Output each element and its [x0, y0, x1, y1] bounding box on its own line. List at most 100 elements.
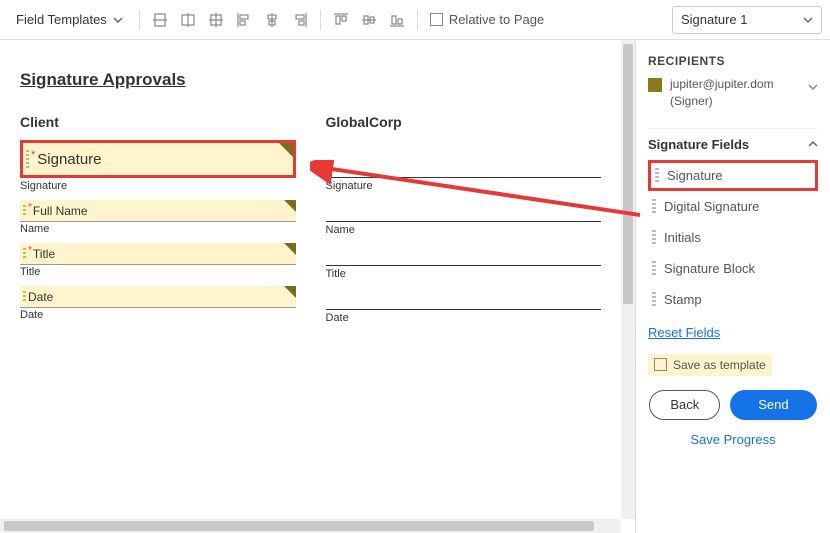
date-field-client[interactable]: Date	[20, 286, 296, 308]
field-corner-marker	[284, 200, 296, 212]
chevron-down-icon	[113, 15, 123, 25]
document-viewport: Signature Approvals Client * Signature S…	[0, 40, 635, 533]
empty-name-line[interactable]	[326, 204, 602, 222]
checkbox-icon	[430, 13, 443, 26]
scrollbar-thumb[interactable]	[4, 521, 594, 531]
relative-to-page-label: Relative to Page	[449, 12, 544, 27]
align-center-v-button[interactable]	[357, 8, 381, 32]
drag-grip-icon	[652, 230, 656, 244]
horizontal-scrollbar[interactable]	[0, 519, 621, 533]
field-label: Title	[20, 266, 296, 278]
toolbar-separator	[139, 10, 140, 30]
drag-grip-icon	[652, 292, 656, 306]
recipient-email: jupiter@jupiter.dom	[670, 76, 800, 93]
field-corner-marker	[284, 286, 296, 298]
toolbar-separator	[417, 10, 418, 30]
back-button[interactable]: Back	[649, 390, 720, 420]
field-type-label: Signature	[667, 168, 723, 183]
main-area: Signature Approvals Client * Signature S…	[0, 40, 830, 533]
field-type-label: Digital Signature	[664, 199, 759, 214]
field-label: Date	[326, 312, 602, 324]
column-globalcorp: GlobalCorp Signature Name Title Date	[326, 114, 602, 332]
save-progress-link[interactable]: Save Progress	[648, 432, 818, 447]
empty-title-line[interactable]	[326, 248, 602, 266]
save-as-template-toggle[interactable]: Save as template	[648, 354, 772, 376]
scrollbar-thumb[interactable]	[623, 44, 633, 304]
field-placeholder: Title	[33, 247, 55, 261]
align-right-button[interactable]	[288, 8, 312, 32]
toolbar-separator	[320, 10, 321, 30]
field-corner-marker	[284, 243, 296, 255]
field-templates-label: Field Templates	[16, 12, 107, 27]
document-canvas[interactable]: Signature Approvals Client * Signature S…	[0, 40, 621, 519]
field-placeholder: Full Name	[33, 204, 88, 218]
vertical-scrollbar[interactable]	[621, 40, 635, 519]
field-label: Title	[326, 268, 602, 280]
relative-to-page-toggle[interactable]: Relative to Page	[430, 12, 544, 27]
required-asterisk: *	[28, 202, 32, 213]
recipient-info: jupiter@jupiter.dom (Signer)	[670, 76, 800, 110]
drag-grip-icon	[23, 205, 26, 217]
field-placeholder: Date	[28, 290, 53, 304]
signer-select-value: Signature 1	[681, 12, 748, 27]
field-label: Date	[20, 309, 296, 321]
field-type-label: Signature Block	[664, 261, 755, 276]
recipients-title: RECIPIENTS	[648, 54, 818, 68]
align-width-button[interactable]	[148, 8, 172, 32]
required-asterisk: *	[31, 149, 35, 161]
signer-select[interactable]: Signature 1	[672, 6, 822, 34]
column-header: Client	[20, 114, 296, 130]
field-type-stamp[interactable]: Stamp	[648, 284, 818, 315]
column-client: Client * Signature Signature * Full Name	[20, 114, 296, 332]
field-label: Name	[20, 223, 296, 235]
field-corner-marker	[279, 143, 293, 157]
field-type-label: Stamp	[664, 292, 702, 307]
empty-date-line[interactable]	[326, 292, 602, 310]
drag-grip-icon	[652, 199, 656, 213]
drag-grip-icon	[23, 291, 26, 303]
signature-field-placeholder: Signature	[37, 151, 101, 168]
toolbar: Field Templates Relative to Page Signatu…	[0, 0, 830, 40]
field-templates-dropdown[interactable]: Field Templates	[8, 8, 131, 31]
align-height-button[interactable]	[176, 8, 200, 32]
field-label: Signature	[20, 180, 296, 192]
signature-field-client[interactable]: * Signature	[20, 140, 296, 178]
signature-fields-title: Signature Fields	[648, 137, 749, 152]
drag-grip-icon	[655, 168, 659, 182]
recipient-row[interactable]: jupiter@jupiter.dom (Signer)	[648, 76, 818, 110]
document-title: Signature Approvals	[20, 70, 601, 90]
recipient-color-swatch	[648, 78, 662, 92]
right-panel: RECIPIENTS jupiter@jupiter.dom (Signer) …	[635, 40, 830, 533]
field-type-signature[interactable]: Signature	[648, 160, 818, 191]
checkbox-icon	[654, 358, 667, 371]
action-buttons: Back Send	[648, 390, 818, 420]
column-header: GlobalCorp	[326, 114, 602, 130]
drag-grip-icon	[23, 248, 26, 260]
field-type-label: Initials	[664, 230, 701, 245]
signature-fields-header[interactable]: Signature Fields	[648, 128, 818, 160]
field-type-initials[interactable]: Initials	[648, 222, 818, 253]
send-button[interactable]: Send	[730, 390, 816, 420]
save-as-template-label: Save as template	[673, 358, 766, 372]
drag-grip-icon	[26, 150, 29, 168]
align-bottom-button[interactable]	[385, 8, 409, 32]
align-both-button[interactable]	[204, 8, 228, 32]
drag-grip-icon	[652, 261, 656, 275]
align-center-h-button[interactable]	[260, 8, 284, 32]
chevron-down-icon	[803, 15, 813, 25]
align-top-button[interactable]	[329, 8, 353, 32]
align-left-button[interactable]	[232, 8, 256, 32]
chevron-down-icon	[808, 80, 818, 95]
field-label: Name	[326, 224, 602, 236]
field-type-digital-signature[interactable]: Digital Signature	[648, 191, 818, 222]
recipient-role: (Signer)	[670, 93, 800, 110]
document-columns: Client * Signature Signature * Full Name	[20, 114, 601, 332]
field-label: Signature	[326, 180, 602, 192]
required-asterisk: *	[28, 245, 32, 256]
reset-fields-link[interactable]: Reset Fields	[648, 325, 720, 340]
fullname-field-client[interactable]: * Full Name	[20, 200, 296, 222]
empty-signature-line[interactable]	[326, 152, 602, 178]
chevron-up-icon	[808, 139, 818, 149]
field-type-signature-block[interactable]: Signature Block	[648, 253, 818, 284]
title-field-client[interactable]: * Title	[20, 243, 296, 265]
